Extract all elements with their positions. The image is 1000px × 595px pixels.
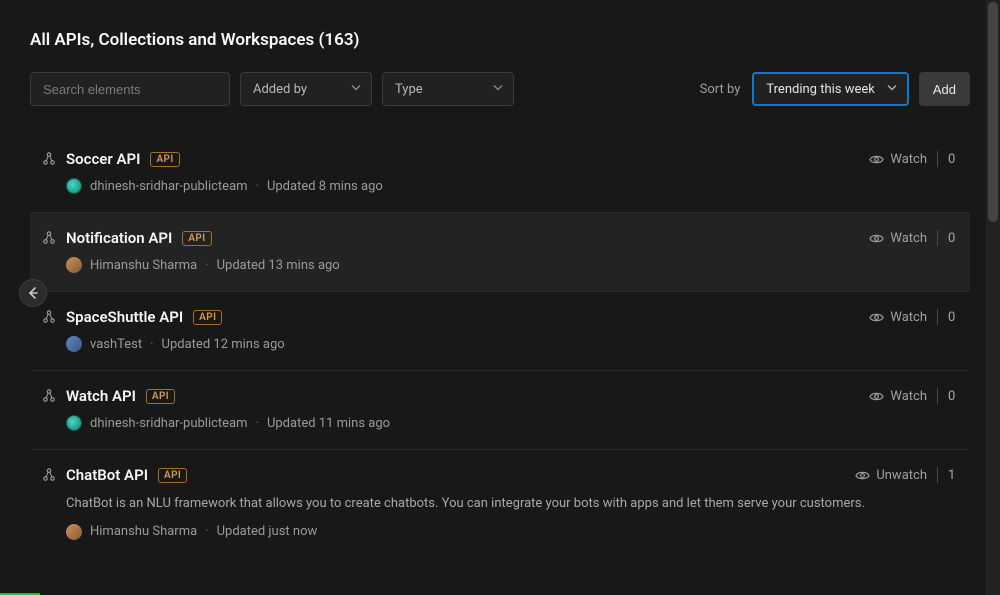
api-badge: API [158,468,187,483]
eye-icon [855,468,870,483]
watch-label: Watch [890,231,927,246]
chevron-down-icon [351,82,361,97]
api-icon [42,310,56,324]
separator-dot: · [150,337,153,352]
eye-icon [869,389,884,404]
avatar [66,415,82,431]
item-title: Watch API [66,387,136,405]
sort-by-label: Sort by [700,82,741,97]
add-button[interactable]: Add [919,72,970,106]
avatar [66,524,82,540]
eye-icon [869,231,884,246]
watch-count: 1 [948,468,958,483]
controls-row: Added by Type Sort by Trending this week… [30,72,970,106]
avatar [66,257,82,273]
divider [937,467,938,483]
added-by-select[interactable]: Added by [240,72,372,106]
watch-label: Watch [890,389,927,404]
item-description: ChatBot is an NLU framework that allows … [66,494,958,514]
watch-button[interactable]: Watch [869,231,927,246]
updated-timestamp: Updated 13 mins ago [217,258,340,273]
divider [937,230,938,246]
watch-button[interactable]: Unwatch [855,468,927,483]
separator-dot: · [256,179,259,194]
api-icon [42,231,56,245]
api-icon [42,468,56,482]
api-badge: API [146,389,175,404]
item-title: SpaceShuttle API [66,308,183,326]
arrow-left-icon [26,286,40,300]
api-badge: API [193,310,222,325]
api-icon [42,152,56,166]
item-title: Soccer API [66,150,140,168]
type-select[interactable]: Type [382,72,514,106]
avatar [66,178,82,194]
watch-label: Watch [890,310,927,325]
divider [937,388,938,404]
chevron-down-icon [887,82,897,97]
list-item[interactable]: ChatBot API API Unwatch 1 ChatBot is an NLU … [30,450,970,558]
author-name: Himanshu Sharma [90,258,197,273]
separator-dot: · [205,258,208,273]
eye-icon [869,152,884,167]
watch-button[interactable]: Watch [869,310,927,325]
list-item[interactable]: SpaceShuttle API API Watch 0 vashTest · Update… [30,292,970,371]
list-item[interactable]: Notification API API Watch 0 Himanshu Sharma… [30,213,970,292]
api-list: Soccer API API Watch 0 dhinesh-sridhar-publi… [30,134,970,558]
watch-count: 0 [948,310,958,325]
back-button[interactable] [19,279,47,307]
type-label: Type [395,82,423,97]
watch-button[interactable]: Watch [869,389,927,404]
sort-select[interactable]: Trending this week [752,72,909,106]
separator-dot: · [205,524,208,539]
divider [937,309,938,325]
added-by-label: Added by [253,82,307,97]
author-name: Himanshu Sharma [90,524,197,539]
scrollbar-thumb[interactable] [988,2,998,222]
updated-timestamp: Updated 8 mins ago [267,179,383,194]
separator-dot: · [256,416,259,431]
eye-icon [869,310,884,325]
watch-count: 0 [948,389,958,404]
list-item[interactable]: Soccer API API Watch 0 dhinesh-sridhar-publi… [30,134,970,213]
updated-timestamp: Updated 11 mins ago [267,416,390,431]
api-badge: API [150,152,179,167]
author-name: dhinesh-sridhar-publicteam [90,416,248,431]
page-title: All APIs, Collections and Workspaces (16… [30,30,970,50]
api-icon [42,389,56,403]
item-title: Notification API [66,229,172,247]
watch-label: Watch [890,152,927,167]
divider [937,151,938,167]
author-name: dhinesh-sridhar-publicteam [90,179,248,194]
sort-selected: Trending this week [766,82,875,97]
avatar [66,336,82,352]
scrollbar[interactable] [986,0,1000,595]
search-input[interactable] [30,72,230,106]
chevron-down-icon [493,82,503,97]
author-name: vashTest [90,337,142,352]
watch-count: 0 [948,152,958,167]
api-badge: API [182,231,211,246]
item-title: ChatBot API [66,466,148,484]
watch-count: 0 [948,231,958,246]
list-item[interactable]: Watch API API Watch 0 dhinesh-sridhar-public… [30,371,970,450]
watch-label: Unwatch [876,468,927,483]
updated-timestamp: Updated just now [217,524,318,539]
watch-button[interactable]: Watch [869,152,927,167]
updated-timestamp: Updated 12 mins ago [162,337,285,352]
